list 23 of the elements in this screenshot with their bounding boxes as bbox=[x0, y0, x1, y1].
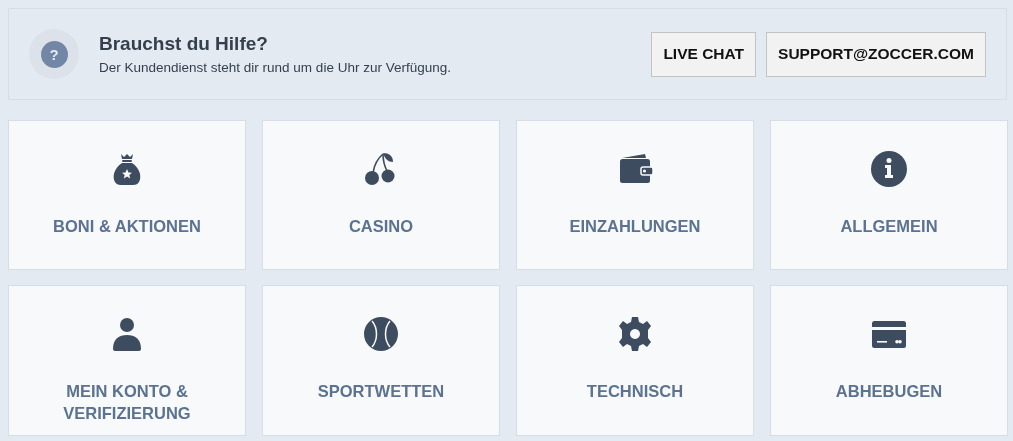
category-tile[interactable]: MEIN KONTO & VERIFIZIERUNG bbox=[8, 285, 246, 436]
baseball-icon bbox=[361, 314, 401, 354]
live-chat-button[interactable]: LIVE CHAT bbox=[651, 31, 757, 77]
category-label: SPORTWETTEN bbox=[316, 381, 446, 402]
category-tile[interactable]: EINZAHLUNGEN bbox=[516, 120, 754, 270]
category-tile[interactable]: BONI & AKTIONEN bbox=[8, 120, 246, 270]
category-label: ALLGEMEIN bbox=[839, 216, 939, 237]
help-subtitle: Der Kundendienst steht dir rund um die Uhr zur Verfügung. bbox=[99, 60, 452, 75]
category-tile[interactable]: CASINO bbox=[262, 120, 500, 270]
category-label: CASINO bbox=[347, 216, 415, 237]
category-tile[interactable]: ALLGEMEIN bbox=[770, 120, 1008, 270]
category-label: EINZAHLUNGEN bbox=[568, 216, 702, 237]
category-label: ABHEBUGEN bbox=[834, 381, 944, 402]
category-tile[interactable]: ABHEBUGEN bbox=[770, 285, 1008, 436]
category-tile[interactable]: SPORTWETTEN bbox=[262, 285, 500, 436]
help-icon: ? bbox=[29, 29, 79, 79]
category-label: TECHNISCH bbox=[585, 381, 685, 402]
email-button[interactable]: SUPPORT@ZOCCER.COM bbox=[766, 31, 986, 77]
category-label: MEIN KONTO & VERIFIZIERUNG bbox=[62, 381, 192, 424]
help-title: Brauchst du Hilfe? bbox=[99, 33, 269, 55]
category-label: BONI & AKTIONEN bbox=[52, 216, 202, 237]
category-tile[interactable]: TECHNISCH bbox=[516, 285, 754, 436]
info-icon bbox=[869, 149, 909, 189]
